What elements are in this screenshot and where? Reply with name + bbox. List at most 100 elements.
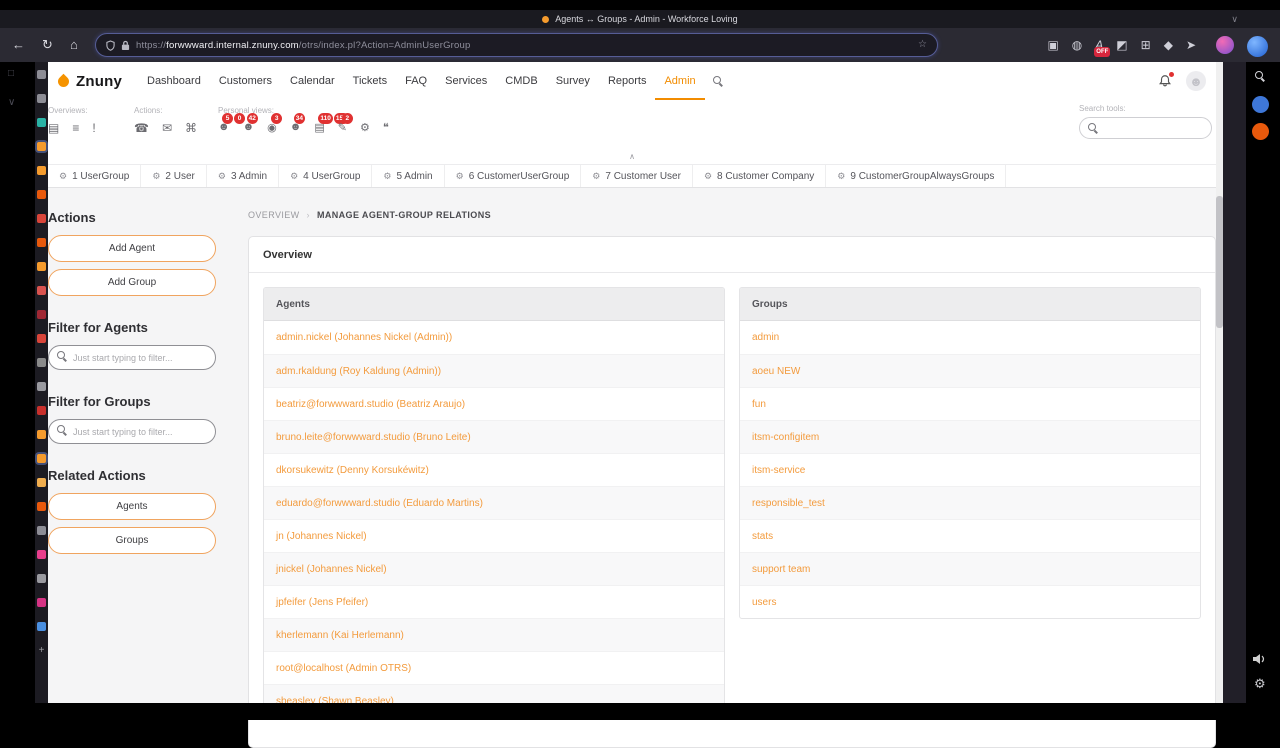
sidebar-control-icon[interactable]: □ [8,68,15,79]
group-link[interactable]: responsible_test [752,498,825,509]
vertical-tab-favicon[interactable] [37,430,46,439]
vertical-tab-favicon[interactable] [37,574,46,583]
sidebar-control-icon[interactable]: ∨ [8,97,15,108]
browser-extension-icon[interactable]: ◍ [1072,38,1082,52]
vertical-tab-favicon[interactable] [37,358,46,367]
brand-logo[interactable]: Znuny [76,73,122,90]
url-bar[interactable]: https://forwwward.internal.znuny.com/otr… [95,33,938,57]
browser-extension-icon[interactable]: ◆ [1164,38,1173,52]
personal-view-icon[interactable]: ▤110155 [314,121,324,134]
group-link[interactable]: stats [752,531,773,542]
browser-tab[interactable]: Agents ↔ Groups - Admin - Workforce Lovi… [542,14,737,24]
vertical-tab-favicon[interactable] [37,70,46,79]
page-scrollbar-track[interactable] [1216,62,1223,703]
personal-view-icon[interactable]: ❝ [383,121,389,134]
nav-item[interactable]: Admin [655,62,704,100]
group-link[interactable]: fun [752,399,766,410]
personal-view-icon[interactable]: ☻50 [218,121,230,134]
filter-agents-input[interactable] [48,345,216,370]
user-avatar[interactable]: ☻ [1186,71,1206,91]
agent-link[interactable]: jn (Johannes Nickel) [276,531,367,542]
assistant-bubble-button[interactable] [1247,36,1268,57]
vertical-tab-favicon[interactable] [37,406,46,415]
admin-tab[interactable]: ⚙8 Customer Company [693,165,826,187]
breadcrumb-root[interactable]: OVERVIEW [248,210,300,220]
browser-extension-icon[interactable]: ◩ [1116,38,1127,52]
vertical-tab-favicon[interactable] [37,166,46,175]
overlay-blue-app-icon[interactable] [1252,96,1269,113]
admin-tab[interactable]: ⚙7 Customer User [581,165,693,187]
notifications-bell-icon[interactable] [1158,74,1172,88]
admin-tab[interactable]: ⚙2 User [141,165,207,187]
vertical-tab-favicon[interactable] [37,454,46,463]
vertical-tab-favicon[interactable] [37,598,46,607]
group-link[interactable]: users [752,597,776,608]
vertical-tab-favicon[interactable] [37,382,46,391]
nav-item[interactable]: Services [436,62,496,100]
agent-link[interactable]: bruno.leite@forwwward.studio (Bruno Leit… [276,432,471,443]
group-link[interactable]: admin [752,332,779,343]
personal-view-icon[interactable]: ☻34 [290,121,302,134]
related-agents-button[interactable]: Agents [48,493,216,520]
add-group-button[interactable]: Add Group [48,269,216,296]
vertical-tab-favicon[interactable] [37,94,46,103]
vertical-tab-favicon[interactable] [37,238,46,247]
vertical-tab-favicon[interactable] [37,502,46,511]
vertical-tab-favicon[interactable] [37,550,46,559]
overlay-orange-app-icon[interactable] [1252,123,1269,140]
overview-icon[interactable]: ▤ [48,121,59,135]
vertical-tab-favicon[interactable] [37,118,46,127]
agent-link[interactable]: root@localhost (Admin OTRS) [276,663,411,674]
agent-link[interactable]: adm.rkaldung (Roy Kaldung (Admin)) [276,366,441,377]
admin-tab[interactable]: ⚙1 UserGroup [48,165,141,187]
vertical-tab-favicon[interactable] [37,142,46,151]
vertical-tab-favicon[interactable] [37,286,46,295]
group-link[interactable]: itsm-configitem [752,432,819,443]
vertical-tab-favicon[interactable]: + [37,646,46,655]
group-link[interactable]: support team [752,564,810,575]
group-link[interactable]: itsm-service [752,465,805,476]
group-link[interactable]: aoeu NEW [752,366,800,377]
personal-view-icon[interactable]: ◉3 [267,121,277,134]
home-icon[interactable]: ⌂ [70,28,78,62]
personal-view-icon[interactable]: ✎2 [338,121,347,134]
browser-extension-icon[interactable]: ▣ [1047,38,1058,52]
agent-link[interactable]: beatriz@forwwward.studio (Beatriz Araujo… [276,399,465,410]
related-groups-button[interactable]: Groups [48,527,216,554]
nav-item[interactable]: Calendar [281,62,344,100]
vertical-tab-favicon[interactable] [37,334,46,343]
action-icon[interactable]: ⌘ [185,121,197,135]
browser-extension-icon[interactable]: ⊞ [1141,38,1151,52]
vertical-tab-favicon[interactable] [37,526,46,535]
bookmark-star-icon[interactable]: ☆ [918,33,927,57]
search-icon[interactable] [713,76,724,87]
nav-item[interactable]: Tickets [344,62,396,100]
collapse-caret-icon[interactable]: ∧ [629,152,635,161]
reload-icon[interactable]: ↻ [42,28,53,62]
back-icon[interactable]: ← [12,28,25,62]
nav-item[interactable]: FAQ [396,62,436,100]
nav-item[interactable]: Dashboard [138,62,210,100]
admin-tab[interactable]: ⚙5 Admin [372,165,444,187]
vertical-tab-favicon[interactable] [37,190,46,199]
personal-view-icon[interactable]: ⚙ [360,121,370,134]
agent-link[interactable]: kherlemann (Kai Herlemann) [276,630,404,641]
add-agent-button[interactable]: Add Agent [48,235,216,262]
nav-item[interactable]: CMDB [496,62,546,100]
nav-item[interactable]: Reports [599,62,656,100]
vertical-tab-favicon[interactable] [37,478,46,487]
browser-profile-avatar[interactable] [1216,36,1234,54]
nav-item[interactable]: Customers [210,62,281,100]
vertical-tab-favicon[interactable] [37,214,46,223]
admin-tab[interactable]: ⚙4 UserGroup [279,165,372,187]
overview-icon[interactable]: ! [92,121,95,135]
tracking-shield-icon[interactable] [106,40,115,51]
action-icon[interactable]: ☎ [134,121,149,135]
browser-extension-icon[interactable]: ➤ [1186,38,1196,52]
vertical-tab-favicon[interactable] [37,262,46,271]
overview-icon[interactable]: ≡ [72,121,79,135]
agent-link[interactable]: eduardo@forwwward.studio (Eduardo Martin… [276,498,483,509]
admin-tab[interactable]: ⚙6 CustomerUserGroup [445,165,582,187]
agent-link[interactable]: jpfeifer (Jens Pfeifer) [276,597,368,608]
vertical-tab-favicon[interactable] [37,622,46,631]
